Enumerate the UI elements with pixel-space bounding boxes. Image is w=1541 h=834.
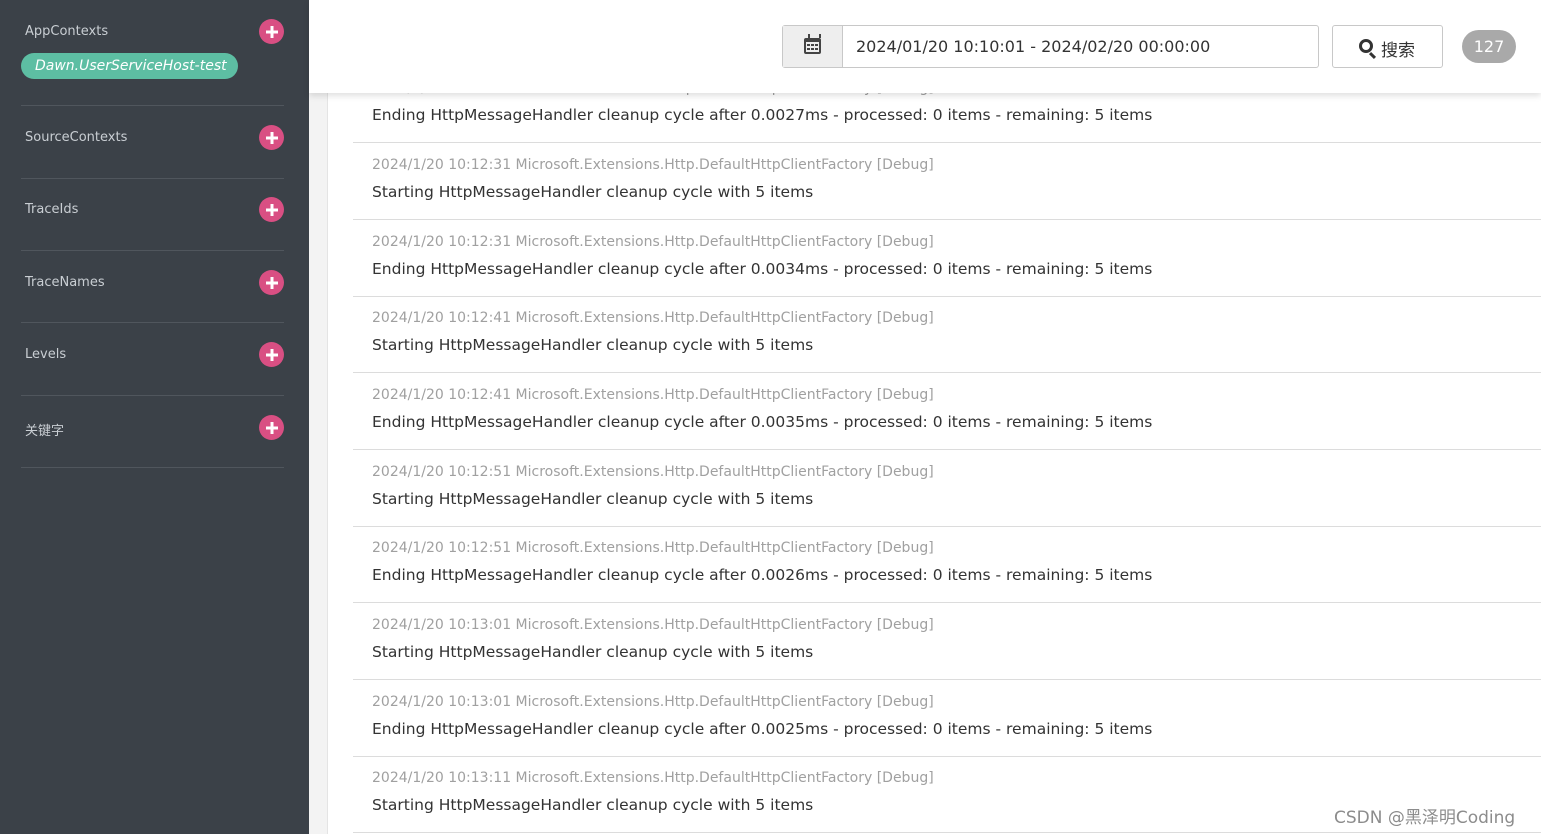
filter-label-levels: Levels <box>25 347 67 362</box>
filter-label-appcontexts: AppContexts <box>25 24 109 39</box>
filter-section-keywords: 关键字 <box>21 396 284 468</box>
log-message: Ending HttpMessageHandler cleanup cycle … <box>372 260 1153 278</box>
add-level-button[interactable] <box>259 342 284 367</box>
log-message: Starting HttpMessageHandler cleanup cycl… <box>372 336 814 354</box>
log-message: Ending HttpMessageHandler cleanup cycle … <box>372 413 1153 431</box>
add-tracename-button[interactable] <box>259 270 284 295</box>
filter-section-appcontexts: AppContexts Dawn.UserServiceHost-test <box>21 0 284 106</box>
log-meta: 2024/1/20 10:13:01 Microsoft.Extensions.… <box>372 617 934 633</box>
content-gutter <box>309 0 328 834</box>
search-toolbar: 搜索 127 <box>309 0 1541 93</box>
watermark: CSDN @黑泽明Coding <box>1334 808 1516 828</box>
log-message: Ending HttpMessageHandler cleanup cycle … <box>372 720 1153 738</box>
appcontext-tag[interactable]: Dawn.UserServiceHost-test <box>21 53 238 79</box>
filter-section-tracenames: TraceNames <box>21 251 284 323</box>
search-icon <box>1359 39 1373 53</box>
filter-section-levels: Levels <box>21 323 284 396</box>
log-meta: 2024/1/20 10:12:41 Microsoft.Extensions.… <box>372 310 934 326</box>
log-entry[interactable]: 2024/1/20 10:12:41 Microsoft.Extensions.… <box>353 296 1541 373</box>
log-message: Ending HttpMessageHandler cleanup cycle … <box>372 566 1153 584</box>
filter-sidebar: AppContexts Dawn.UserServiceHost-test So… <box>0 0 309 834</box>
filter-label-keywords: 关键字 <box>25 424 65 439</box>
filter-section-sourcecontexts: SourceContexts <box>21 106 284 179</box>
log-meta: 2024/1/20 10:13:11 Microsoft.Extensions.… <box>372 770 934 786</box>
result-count-badge: 127 <box>1462 30 1516 63</box>
date-range-input[interactable] <box>844 26 1318 67</box>
log-message: Starting HttpMessageHandler cleanup cycl… <box>372 796 814 814</box>
search-button[interactable]: 搜索 <box>1332 25 1443 68</box>
log-entry[interactable]: 2024/1/20 10:13:01 Microsoft.Extensions.… <box>353 603 1541 680</box>
calendar-icon <box>804 34 821 54</box>
log-message: Ending HttpMessageHandler cleanup cycle … <box>372 106 1153 124</box>
log-message: Starting HttpMessageHandler cleanup cycl… <box>372 490 814 508</box>
log-meta: 2024/1/20 10:12:41 Microsoft.Extensions.… <box>372 387 934 403</box>
filter-label-traceids: TraceIds <box>25 202 79 217</box>
log-message: Starting HttpMessageHandler cleanup cycl… <box>372 643 814 661</box>
add-traceid-button[interactable] <box>259 197 284 222</box>
search-button-label: 搜索 <box>1381 41 1415 61</box>
add-appcontext-button[interactable] <box>259 19 284 44</box>
log-meta: 2024/1/20 10:12:51 Microsoft.Extensions.… <box>372 464 934 480</box>
log-entry[interactable]: 2024/1/20 10:12:31 Microsoft.Extensions.… <box>353 143 1541 220</box>
filter-label-tracenames: TraceNames <box>25 275 105 290</box>
filter-label-sourcecontexts: SourceContexts <box>25 130 128 145</box>
log-list[interactable]: 2024/1/20 10:12:21 Microsoft.Extensions.… <box>353 0 1541 834</box>
log-meta: 2024/1/20 10:12:51 Microsoft.Extensions.… <box>372 540 934 556</box>
add-sourcecontext-button[interactable] <box>259 125 284 150</box>
log-message: Starting HttpMessageHandler cleanup cycl… <box>372 183 814 201</box>
log-entry[interactable]: 2024/1/20 10:12:51 Microsoft.Extensions.… <box>353 450 1541 527</box>
calendar-button[interactable] <box>783 26 843 67</box>
log-meta: 2024/1/20 10:12:31 Microsoft.Extensions.… <box>372 234 934 250</box>
log-meta: 2024/1/20 10:13:01 Microsoft.Extensions.… <box>372 694 934 710</box>
log-entry[interactable]: 2024/1/20 10:12:51 Microsoft.Extensions.… <box>353 526 1541 603</box>
add-keyword-button[interactable] <box>259 415 284 440</box>
log-entry[interactable]: 2024/1/20 10:12:41 Microsoft.Extensions.… <box>353 373 1541 450</box>
filter-section-traceids: TraceIds <box>21 179 284 251</box>
log-entry[interactable]: 2024/1/20 10:12:31 Microsoft.Extensions.… <box>353 220 1541 297</box>
date-range-picker <box>782 25 1319 68</box>
log-meta: 2024/1/20 10:12:31 Microsoft.Extensions.… <box>372 157 934 173</box>
log-entry[interactable]: 2024/1/20 10:13:01 Microsoft.Extensions.… <box>353 680 1541 757</box>
